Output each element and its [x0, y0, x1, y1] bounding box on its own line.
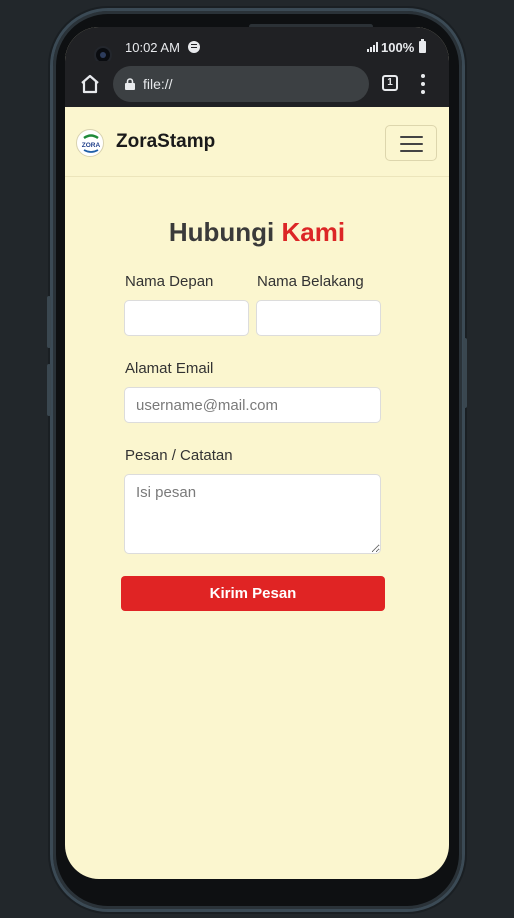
- volume-up-button: [47, 296, 51, 348]
- message-label: Pesan / Catatan: [125, 447, 233, 464]
- signal-icon: [367, 42, 379, 52]
- power-button: [463, 338, 467, 408]
- navbar-toggle-button[interactable]: [385, 125, 437, 161]
- status-bar: 10:02 AM 100%: [65, 27, 449, 64]
- home-icon[interactable]: [79, 73, 101, 95]
- submit-button[interactable]: Kirim Pesan: [121, 576, 385, 611]
- svg-text:ZORA: ZORA: [82, 142, 101, 149]
- first-name-label: Nama Depan: [125, 273, 214, 290]
- status-time: 10:02 AM: [125, 40, 180, 55]
- volume-down-button: [47, 364, 51, 416]
- browser-toolbar: file:// 1: [65, 61, 449, 107]
- brand-name[interactable]: ZoraStamp: [116, 131, 215, 153]
- tab-switcher-icon[interactable]: 1: [382, 75, 398, 91]
- brand-logo[interactable]: ZORA: [76, 129, 104, 157]
- browser-menu-icon[interactable]: [421, 74, 425, 94]
- site-navbar: ZORA ZoraStamp: [65, 107, 449, 177]
- battery-percent: 100%: [381, 40, 415, 55]
- url-text: file://: [143, 76, 173, 92]
- phone-screen: 10:02 AM 100% file:// 1 ZORA ZoraStamp H…: [65, 27, 449, 879]
- email-label: Alamat Email: [125, 360, 214, 377]
- email-input[interactable]: [124, 387, 381, 423]
- last-name-label: Nama Belakang: [257, 273, 364, 290]
- title-accent: Kami: [281, 217, 346, 247]
- message-textarea[interactable]: [124, 474, 381, 554]
- battery-icon: [419, 39, 426, 53]
- last-name-input[interactable]: [256, 300, 381, 336]
- first-name-input[interactable]: [124, 300, 249, 336]
- address-bar[interactable]: file://: [113, 66, 369, 102]
- spotify-icon: [188, 41, 200, 53]
- page-title: Hubungi Kami: [65, 217, 449, 248]
- lock-icon: [125, 78, 135, 90]
- title-main: Hubungi: [168, 217, 275, 247]
